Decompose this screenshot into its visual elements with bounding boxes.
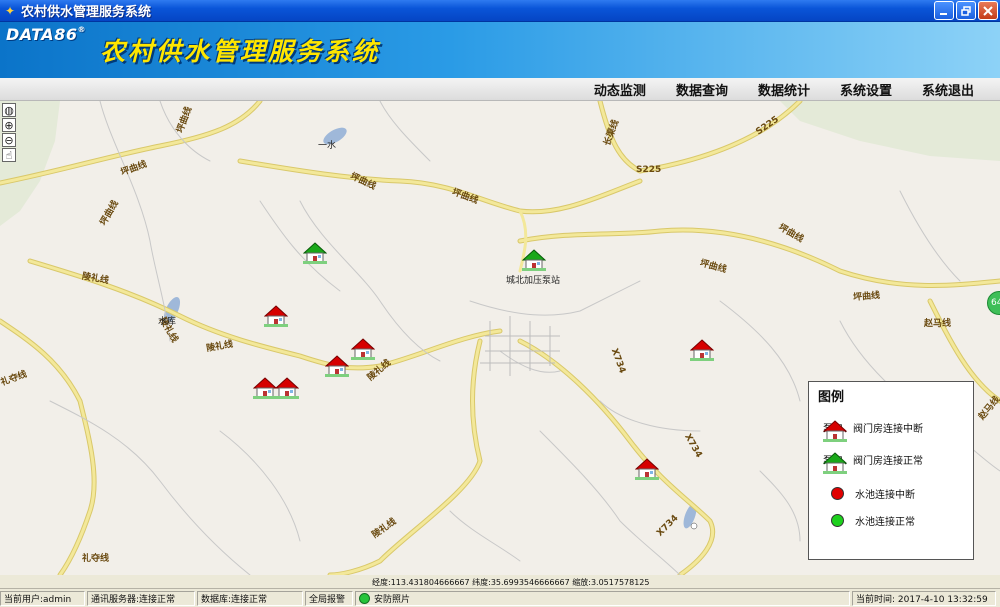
status-time: 当前时间: 2017-4-10 13:32:59 — [852, 590, 996, 606]
brand-logo: DATA86® — [6, 25, 86, 44]
pump-house-marker[interactable] — [635, 458, 659, 480]
app-icon: ✦ — [4, 3, 16, 18]
security-photos[interactable]: 安防照片 — [355, 590, 850, 606]
status-server: 通讯服务器:连接正常 — [87, 590, 195, 606]
status-alarm: 全局报警 — [305, 590, 353, 606]
app-window: ✦ 农村供水管理服务系统 DATA86® 农村供水管理服务系统 动态监测 数据查… — [0, 0, 1000, 607]
road-label: S225 — [636, 165, 662, 175]
reservoir-label: 水库 — [158, 317, 177, 327]
main-nav: 动态监测 数据查询 数据统计 系统设置 系统退出 — [0, 78, 1000, 101]
house-red-roof-icon — [325, 355, 349, 377]
legend-label: 水池连接中断 — [855, 490, 915, 501]
pump-house-marker[interactable] — [522, 249, 546, 271]
pump-house-marker[interactable] — [325, 355, 349, 377]
house-red-roof-icon — [635, 458, 659, 480]
pump-station-label: 城北加压泵站 — [506, 276, 561, 286]
legend-label: 水池连接正常 — [855, 517, 915, 528]
globe-icon[interactable]: ◍ — [2, 103, 16, 117]
map-view[interactable]: 坪曲线 坪曲线 坪曲线 坪曲线 坪曲线 坪曲线 坪曲线 陵礼线 陵礼线 陵礼线 … — [0, 101, 1000, 575]
status-bar: 当前用户:admin 通讯服务器:连接正常 数据库:连接正常 全局报警 安防照片… — [0, 588, 1000, 607]
pan-hand-icon[interactable]: ☝ — [2, 148, 16, 162]
road-label: 坪曲线 — [852, 290, 881, 304]
legend-title: 图例 — [818, 390, 845, 405]
system-title: 农村供水管理服务系统 — [100, 37, 381, 66]
pump-house-marker[interactable] — [351, 338, 375, 360]
nav-data-statistics[interactable]: 数据统计 — [758, 80, 810, 99]
house-red-roof-icon — [823, 420, 847, 442]
brand-logo-text: DATA86 — [6, 25, 78, 44]
coordinate-readout: 经度:113.431804666667 纬度:35.6993546666667 … — [372, 578, 650, 587]
restore-icon — [961, 5, 971, 16]
house-green-roof-icon — [522, 249, 546, 271]
pump-house-marker[interactable] — [264, 305, 288, 327]
house-red-roof-icon — [351, 338, 375, 360]
zoom-out-icon[interactable]: ⊖ — [2, 133, 16, 147]
map-legend: 图例 泵房、阀门房连接中断 泵房、阀门房连接正常 水池连接中断 水池连接正常 — [808, 381, 974, 560]
map-toolbar: ◍ ⊕ ⊖ ☝ — [2, 103, 16, 162]
minimize-button[interactable] — [934, 1, 954, 20]
security-photos-label: 安防照片 — [374, 594, 411, 605]
road-label: 礼夺线 — [82, 554, 110, 564]
close-button[interactable] — [978, 1, 998, 20]
nav-system-exit[interactable]: 系统退出 — [922, 80, 974, 99]
status-user: 当前用户:admin — [0, 590, 85, 606]
pump-house-marker[interactable] — [690, 339, 714, 361]
house-red-roof-icon — [690, 339, 714, 361]
registered-mark: ® — [77, 25, 86, 34]
terrain-patch — [780, 101, 1000, 161]
green-dot-icon — [831, 514, 844, 527]
house-red-roof-icon — [253, 377, 277, 399]
minimize-icon — [940, 12, 947, 15]
header-banner: DATA86® 农村供水管理服务系统 — [0, 22, 1000, 78]
red-dot-icon — [831, 487, 844, 500]
house-green-roof-icon — [303, 242, 327, 264]
road-label: 赵马线 — [924, 319, 952, 329]
close-icon — [983, 5, 993, 16]
reservoir-label: 一水 — [318, 141, 337, 151]
nav-system-settings[interactable]: 系统设置 — [840, 80, 892, 99]
legend-item: 泵房、阀门房连接中断 — [823, 420, 923, 442]
house-red-roof-icon — [264, 305, 288, 327]
window-controls — [934, 1, 998, 20]
legend-item: 水池连接正常 — [831, 513, 915, 528]
legend-item: 水池连接中断 — [831, 486, 915, 501]
house-red-roof-icon — [275, 377, 299, 399]
pump-house-marker[interactable] — [303, 242, 327, 264]
nav-dynamic-monitoring[interactable]: 动态监测 — [594, 80, 646, 99]
zoom-in-icon[interactable]: ⊕ — [2, 118, 16, 132]
window-titlebar[interactable]: ✦ 农村供水管理服务系统 — [0, 0, 1000, 22]
window-title: 农村供水管理服务系统 — [21, 5, 152, 20]
house-green-roof-icon — [823, 452, 847, 474]
pump-house-marker[interactable] — [253, 377, 277, 399]
nav-data-query[interactable]: 数据查询 — [676, 80, 728, 99]
maximize-button[interactable] — [956, 1, 976, 20]
legend-item: 泵房、阀门房连接正常 — [823, 452, 923, 474]
pump-house-marker[interactable] — [275, 377, 299, 399]
green-status-icon — [359, 592, 370, 604]
status-database: 数据库:连接正常 — [197, 590, 303, 606]
